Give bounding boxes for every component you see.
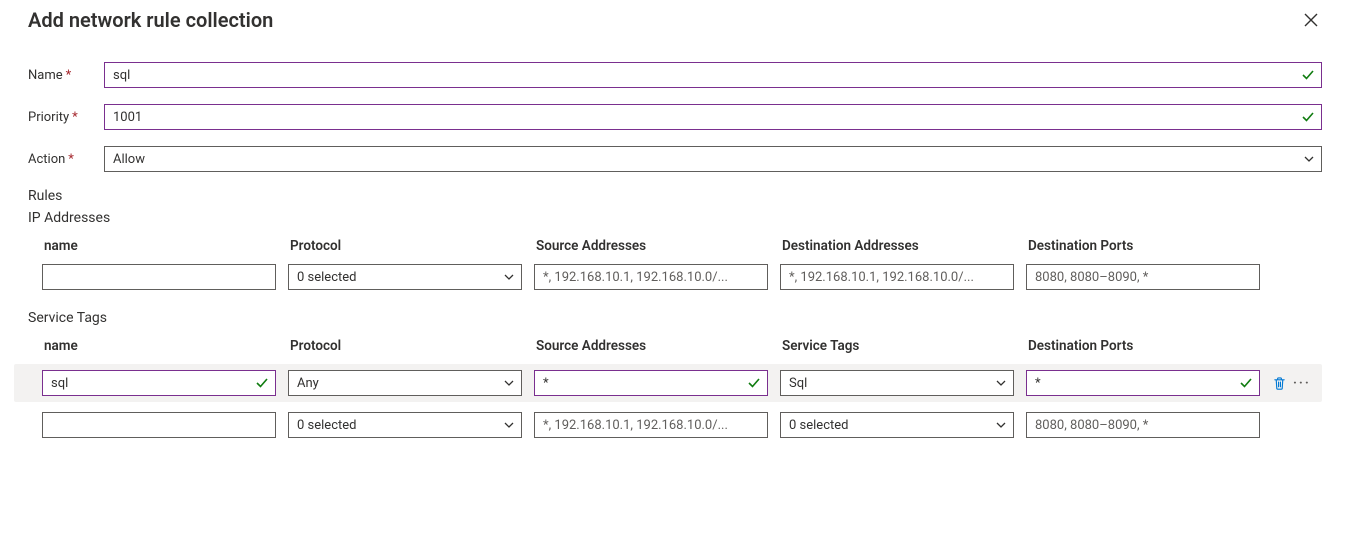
- ip-row: 0 selected *, 192.168.10.1, 192.168.10.0…: [28, 264, 1322, 290]
- tag-row: 0 selected *, 192.168.10.1, 192.168.10.0…: [28, 412, 1322, 438]
- chevron-down-icon: [503, 377, 515, 389]
- check-icon: [1301, 110, 1315, 124]
- check-icon: [747, 376, 761, 390]
- ip-addresses-title: IP Addresses: [28, 210, 1322, 226]
- service-tags-title: Service Tags: [28, 310, 1322, 326]
- ip-dest-ports-input[interactable]: 8080, 8080–8090, *: [1026, 264, 1260, 290]
- chevron-down-icon: [995, 377, 1007, 389]
- ip-dest-addr-input[interactable]: *, 192.168.10.1, 192.168.10.0/...: [780, 264, 1014, 290]
- check-icon: [255, 376, 269, 390]
- tag-source-input[interactable]: *: [534, 370, 768, 396]
- chevron-down-icon: [1303, 153, 1315, 165]
- priority-input[interactable]: 1001: [104, 104, 1322, 130]
- delete-row-button[interactable]: [1272, 376, 1287, 391]
- ip-name-input[interactable]: [42, 264, 276, 290]
- name-input[interactable]: sql: [104, 62, 1322, 88]
- name-label: Name*: [28, 68, 104, 83]
- tag-protocol-select[interactable]: 0 selected: [288, 412, 522, 438]
- priority-label: Priority*: [28, 110, 104, 125]
- tag-dest-ports-input[interactable]: 8080, 8080–8090, *: [1026, 412, 1260, 438]
- tag-name-input[interactable]: [42, 412, 276, 438]
- panel-title: Add network rule collection: [28, 8, 273, 32]
- action-label: Action*: [28, 152, 104, 167]
- tag-name-input[interactable]: sql: [42, 370, 276, 396]
- row-more-button[interactable]: ···: [1293, 376, 1311, 391]
- chevron-down-icon: [503, 419, 515, 431]
- chevron-down-icon: [995, 419, 1007, 431]
- check-icon: [1301, 68, 1315, 82]
- tag-source-input[interactable]: *, 192.168.10.1, 192.168.10.0/...: [534, 412, 768, 438]
- tag-columns-header: name Protocol Source Addresses Service T…: [28, 338, 1322, 354]
- tag-servicetag-select[interactable]: 0 selected: [780, 412, 1014, 438]
- close-button[interactable]: [1300, 9, 1322, 31]
- rules-label: Rules: [28, 188, 1322, 204]
- tag-row: sql Any * Sql: [28, 370, 1322, 396]
- chevron-down-icon: [503, 271, 515, 283]
- ip-columns-header: name Protocol Source Addresses Destinati…: [28, 238, 1322, 254]
- trash-icon: [1272, 376, 1287, 391]
- ip-source-input[interactable]: *, 192.168.10.1, 192.168.10.0/...: [534, 264, 768, 290]
- tag-protocol-select[interactable]: Any: [288, 370, 522, 396]
- tag-servicetag-select[interactable]: Sql: [780, 370, 1014, 396]
- close-icon: [1304, 13, 1318, 27]
- ip-protocol-select[interactable]: 0 selected: [288, 264, 522, 290]
- tag-dest-ports-input[interactable]: *: [1026, 370, 1260, 396]
- action-select[interactable]: Allow: [104, 146, 1322, 172]
- check-icon: [1239, 376, 1253, 390]
